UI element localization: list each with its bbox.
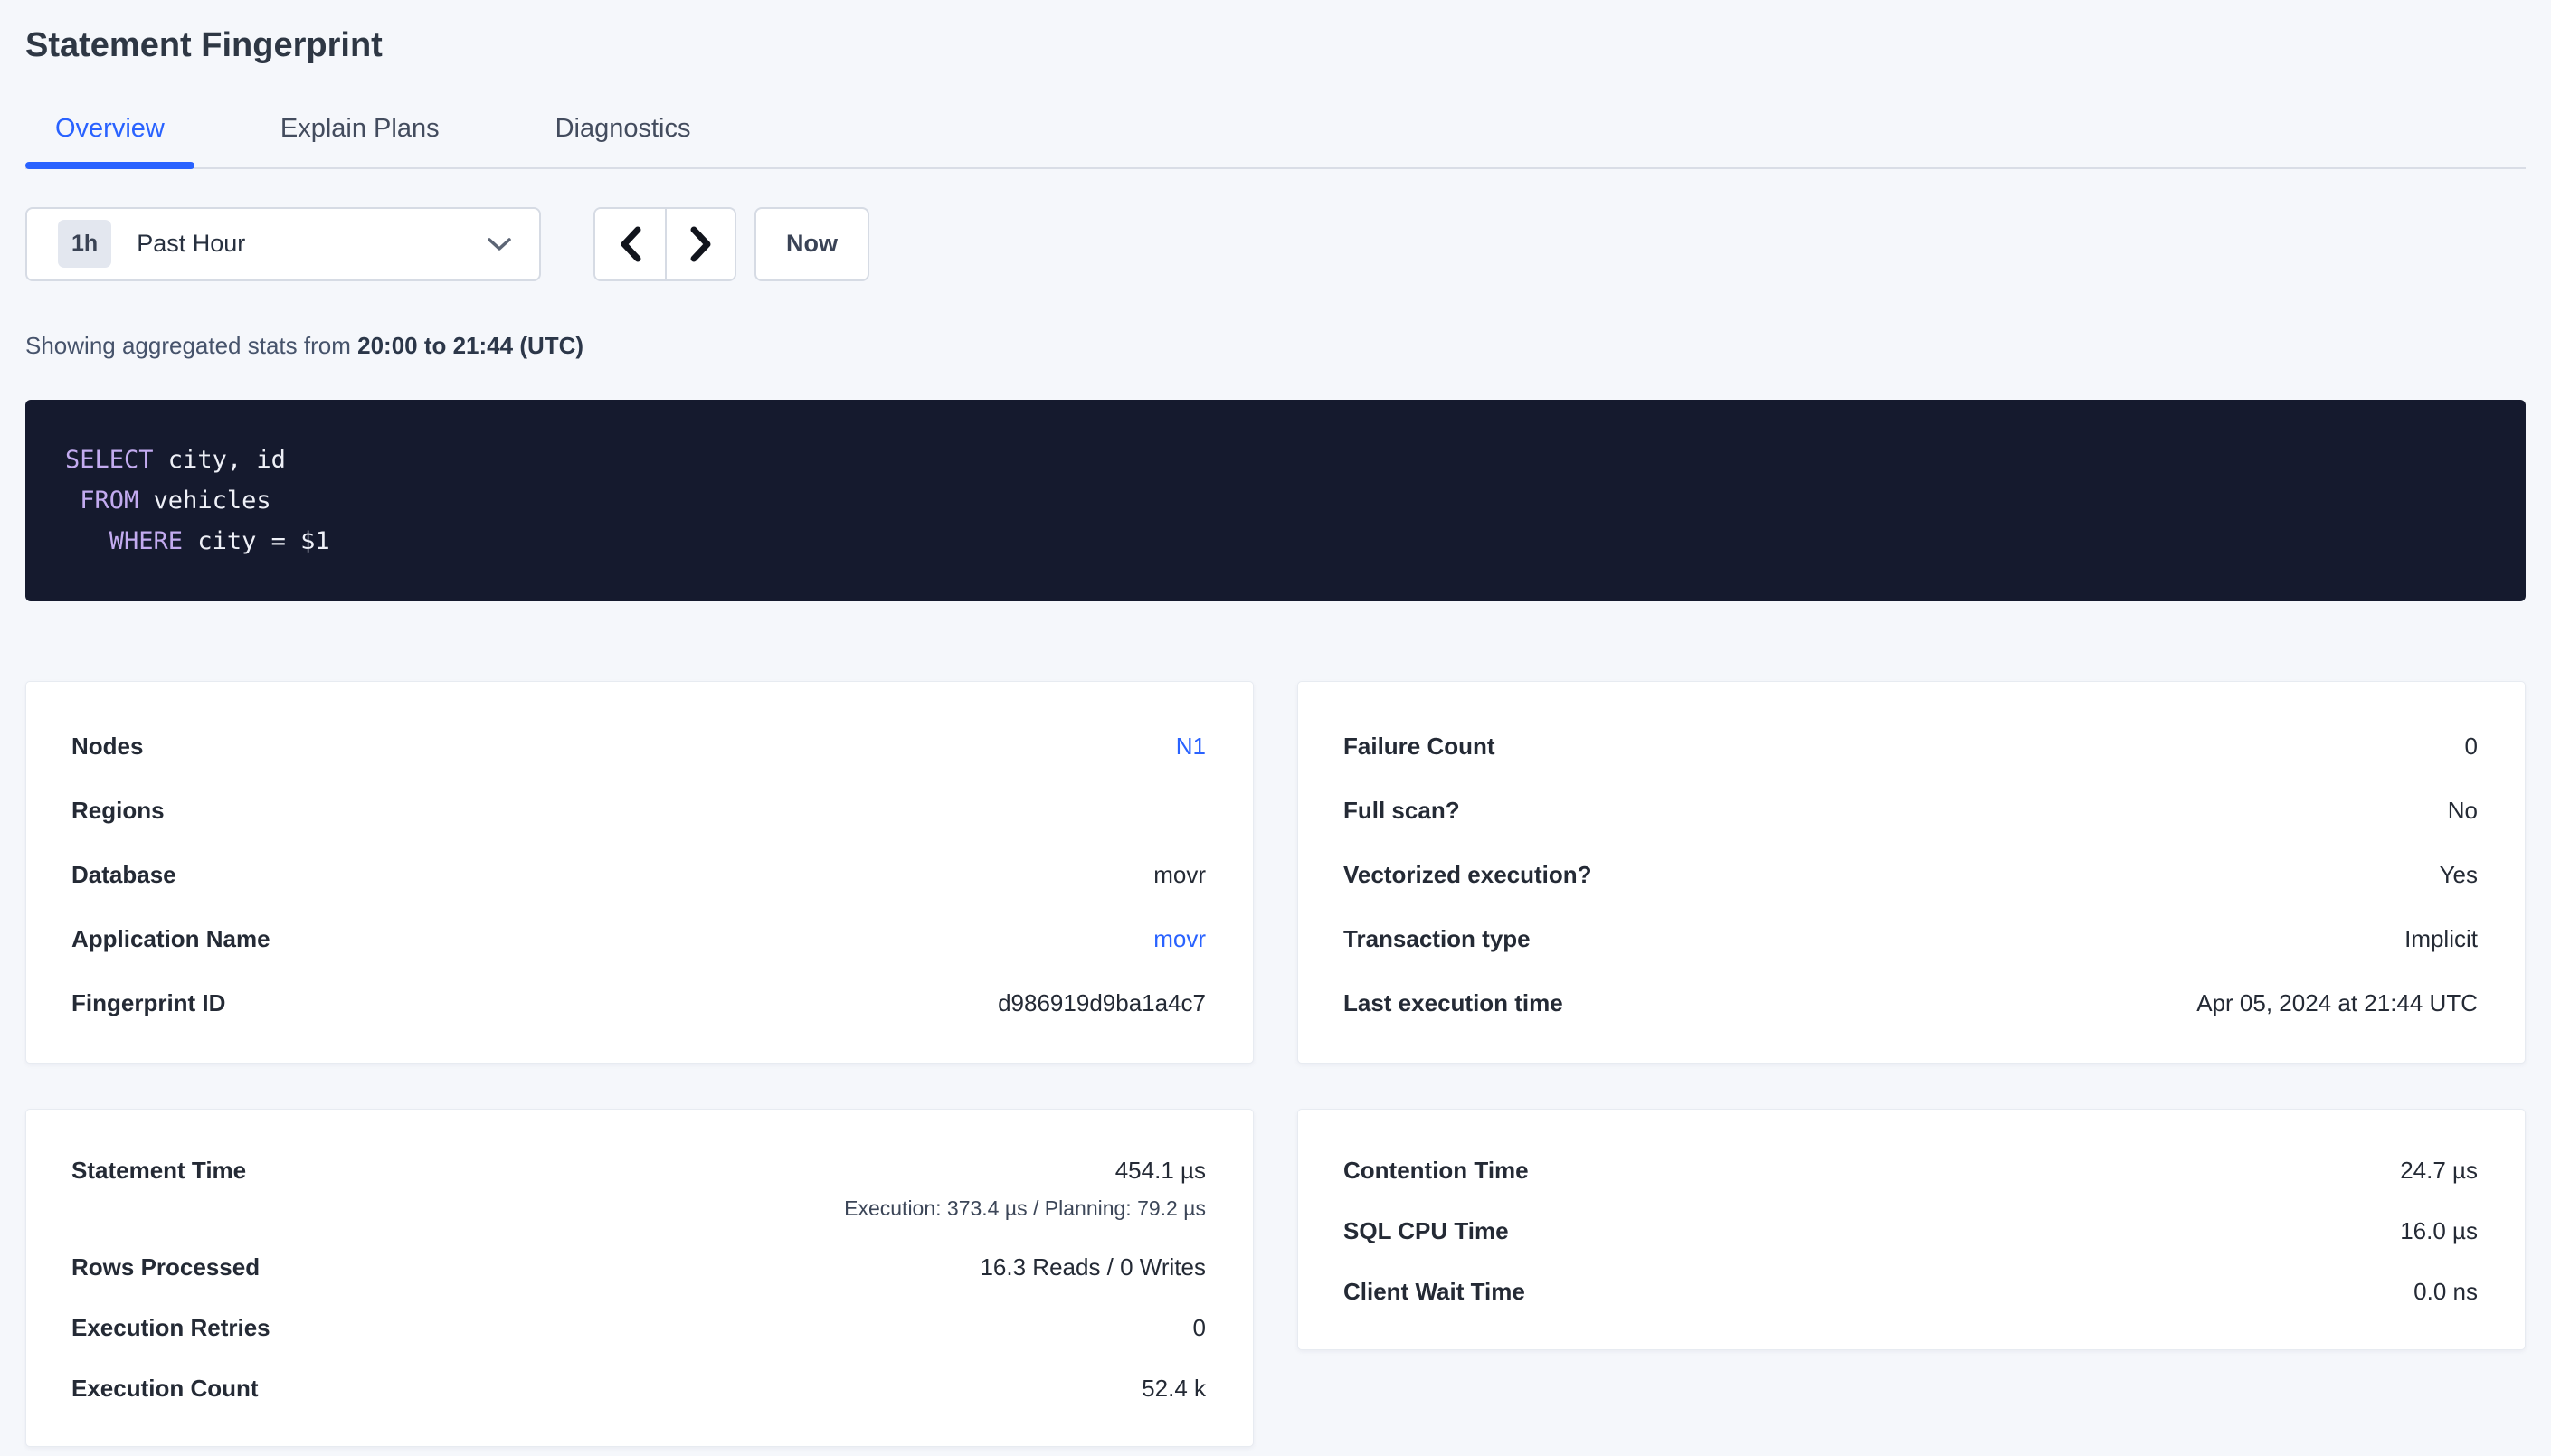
table-row: Rows Processed 16.3 Reads / 0 Writes — [71, 1253, 1206, 1281]
table-row: Execution Retries 0 — [71, 1314, 1206, 1342]
sql-line: FROM vehicles — [65, 480, 2486, 521]
tab-bar: Overview Explain Plans Diagnostics — [25, 114, 2526, 169]
sql-keyword: FROM — [80, 487, 138, 515]
next-time-button[interactable] — [665, 209, 735, 279]
sql-line: WHERE city = $1 — [65, 521, 2486, 562]
row-label: Nodes — [71, 733, 143, 761]
table-row: Nodes N1 — [71, 733, 1206, 761]
now-button[interactable]: Now — [754, 207, 869, 281]
last-execution-time-value: Apr 05, 2024 at 21:44 UTC — [2196, 989, 2478, 1017]
row-label: Rows Processed — [71, 1253, 260, 1281]
row-value: movr — [1153, 861, 1206, 889]
row-value: Implicit — [2404, 925, 2478, 953]
row-label: Application Name — [71, 925, 270, 953]
row-label: Regions — [71, 797, 165, 825]
prev-time-button[interactable] — [595, 209, 665, 279]
sql-keyword: SELECT — [65, 446, 154, 474]
time-range-dropdown[interactable]: 1h Past Hour — [25, 207, 541, 281]
row-label: Failure Count — [1343, 733, 1495, 761]
table-row: Transaction type Implicit — [1343, 925, 2478, 953]
statement-time-breakdown: Execution: 373.4 µs / Planning: 79.2 µs — [844, 1196, 1206, 1221]
tab-diagnostics[interactable]: Diagnostics — [526, 114, 721, 167]
row-value: 52.4 k — [1142, 1375, 1206, 1403]
sql-keyword: WHERE — [109, 527, 183, 555]
row-label: Full scan? — [1343, 797, 1460, 825]
tab-explain-plans[interactable]: Explain Plans — [251, 114, 469, 167]
table-row: Application Name movr — [71, 925, 1206, 953]
sql-text: city = $1 — [183, 527, 330, 555]
row-value: No — [2448, 797, 2478, 825]
row-label: Contention Time — [1343, 1157, 1529, 1185]
row-value: 16.3 Reads / 0 Writes — [980, 1253, 1206, 1281]
summary-cards: Nodes N1 Regions Database movr Applicati… — [25, 681, 2526, 1447]
table-row: Failure Count 0 — [1343, 733, 2478, 761]
chevron-left-icon — [619, 226, 642, 262]
aggregated-stats-summary: Showing aggregated stats from 20:00 to 2… — [25, 332, 2526, 360]
row-value: Yes — [2440, 861, 2478, 889]
row-value: 0 — [2465, 733, 2478, 761]
chevron-down-icon — [487, 236, 512, 252]
row-label: SQL CPU Time — [1343, 1217, 1509, 1245]
fingerprint-id-value: d986919d9ba1a4c7 — [998, 989, 1206, 1017]
sql-text: vehicles — [138, 487, 270, 515]
row-label: Fingerprint ID — [71, 989, 225, 1017]
sql-text: city, id — [154, 446, 286, 474]
nodes-link[interactable]: N1 — [1176, 733, 1206, 761]
row-label: Vectorized execution? — [1343, 861, 1592, 889]
table-row: Regions — [71, 797, 1206, 825]
row-label: Execution Count — [71, 1375, 259, 1403]
table-row: Vectorized execution? Yes — [1343, 861, 2478, 889]
row-label: Statement Time — [71, 1157, 246, 1185]
statement-fingerprint-page: Statement Fingerprint Overview Explain P… — [0, 0, 2551, 1447]
stats-summary-prefix: Showing aggregated stats from — [25, 332, 357, 359]
time-nav-group — [593, 207, 736, 281]
stats-card-right: Contention Time 24.7 µs SQL CPU Time 16.… — [1297, 1109, 2526, 1350]
row-value: 0.0 ns — [2413, 1278, 2478, 1306]
stats-summary-range: 20:00 to 21:44 (UTC) — [357, 332, 583, 359]
table-row: Statement Time 454.1 µs Execution: 373.4… — [71, 1157, 1206, 1221]
chevron-right-icon — [689, 226, 713, 262]
time-range-label: Past Hour — [137, 230, 487, 258]
application-name-link[interactable]: movr — [1153, 925, 1206, 953]
row-label: Execution Retries — [71, 1314, 270, 1342]
row-label: Last execution time — [1343, 989, 1563, 1017]
sql-line: SELECT city, id — [65, 440, 2486, 480]
sql-indent — [65, 487, 80, 515]
table-row: Contention Time 24.7 µs — [1343, 1157, 2478, 1185]
table-row: Fingerprint ID d986919d9ba1a4c7 — [71, 989, 1206, 1017]
table-row: Full scan? No — [1343, 797, 2478, 825]
row-label: Client Wait Time — [1343, 1278, 1525, 1306]
time-toolbar: 1h Past Hour Now — [25, 207, 2526, 281]
page-title: Statement Fingerprint — [25, 25, 2526, 67]
tab-overview[interactable]: Overview — [25, 114, 194, 167]
table-row: Database movr — [71, 861, 1206, 889]
row-value: 16.0 µs — [2400, 1217, 2478, 1245]
sql-statement-box: SELECT city, id FROM vehicles WHERE city… — [25, 400, 2526, 601]
row-label: Database — [71, 861, 176, 889]
table-row: SQL CPU Time 16.0 µs — [1343, 1217, 2478, 1245]
row-value: 454.1 µs — [844, 1157, 1206, 1185]
row-value: 0 — [1193, 1314, 1206, 1342]
row-label: Transaction type — [1343, 925, 1531, 953]
table-row: Last execution time Apr 05, 2024 at 21:4… — [1343, 989, 2478, 1017]
sql-indent — [65, 527, 109, 555]
stats-card-left: Statement Time 454.1 µs Execution: 373.4… — [25, 1109, 1254, 1447]
table-row: Execution Count 52.4 k — [71, 1375, 1206, 1403]
details-card-left: Nodes N1 Regions Database movr Applicati… — [25, 681, 1254, 1064]
interval-badge: 1h — [58, 220, 111, 268]
row-value: 24.7 µs — [2400, 1157, 2478, 1185]
statement-time-value-block: 454.1 µs Execution: 373.4 µs / Planning:… — [844, 1157, 1206, 1221]
table-row: Client Wait Time 0.0 ns — [1343, 1278, 2478, 1306]
details-card-right: Failure Count 0 Full scan? No Vectorized… — [1297, 681, 2526, 1064]
